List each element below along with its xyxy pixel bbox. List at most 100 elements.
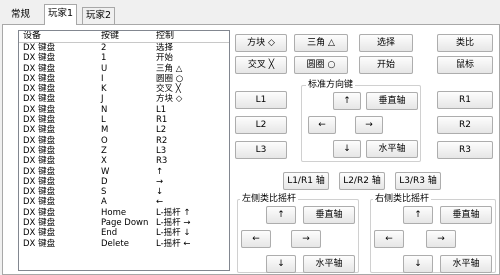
- list-item[interactable]: DX 键盘 N L1: [19, 105, 229, 115]
- dpad-down-button[interactable]: ↓: [333, 140, 361, 158]
- key-cell: J: [101, 94, 104, 105]
- r1-button[interactable]: R1: [437, 91, 493, 109]
- r2-button[interactable]: R2: [437, 116, 493, 134]
- key-cell: S: [101, 187, 107, 198]
- key-cell: Home: [101, 207, 127, 218]
- device-cell: DX 键盘: [23, 166, 56, 177]
- list-item[interactable]: DX 键盘 Home L-摇杆 ↑: [19, 208, 229, 218]
- key-cell: End: [101, 228, 118, 239]
- device-cell: DX 键盘: [23, 135, 56, 146]
- right-stick-right-button[interactable]: →: [426, 230, 456, 248]
- start-button[interactable]: 开始: [359, 56, 413, 74]
- column-header-device[interactable]: 设备: [23, 31, 41, 42]
- device-cell: DX 键盘: [23, 104, 56, 115]
- key-cell: Delete: [101, 238, 129, 249]
- analog-button[interactable]: 类比: [437, 34, 493, 52]
- list-item[interactable]: DX 键盘 D →: [19, 177, 229, 187]
- dpad-up-button[interactable]: ↑: [333, 92, 361, 110]
- left-stick-group-title: 左侧类比摇杆: [240, 194, 299, 204]
- tab-player2[interactable]: 玩家2: [82, 7, 116, 24]
- l2-button[interactable]: L2: [235, 116, 287, 134]
- cross-button[interactable]: 交叉 ╳: [235, 56, 287, 74]
- square-button[interactable]: 方块 ◇: [235, 34, 287, 52]
- mapping-list-header: 设备 按键 控制: [19, 31, 229, 42]
- right-stick-up-button[interactable]: ↑: [403, 206, 433, 224]
- list-item[interactable]: DX 键盘 Z L3: [19, 146, 229, 156]
- list-item[interactable]: DX 键盘 I 圆圈 ○: [19, 74, 229, 84]
- list-item[interactable]: DX 键盘 1 开始: [19, 53, 229, 63]
- key-cell: W: [101, 166, 110, 177]
- l1-button[interactable]: L1: [235, 91, 287, 109]
- l2r2-axis-button[interactable]: L2/R2 轴: [339, 172, 385, 190]
- control-cell: 选择: [156, 43, 174, 53]
- left-stick-up-button[interactable]: ↑: [266, 206, 296, 224]
- tab-player1[interactable]: 玩家1: [44, 4, 78, 25]
- list-item[interactable]: DX 键盘 S ↓: [19, 187, 229, 197]
- device-cell: DX 键盘: [23, 238, 56, 249]
- device-cell: DX 键盘: [23, 176, 56, 187]
- mouse-button[interactable]: 鼠标: [437, 56, 493, 74]
- control-cell: L2: [156, 125, 167, 136]
- select-button[interactable]: 选择: [359, 34, 413, 52]
- mapping-list[interactable]: 设备 按键 控制 DX 键盘 2 选择 DX 键盘 1 开始 DX 键盘 U 三角 △ DX 键盘…: [18, 30, 230, 271]
- control-cell: 方块 ◇: [156, 94, 183, 105]
- device-cell: DX 键盘: [23, 53, 56, 64]
- left-stick-horizontal-axis-button[interactable]: 水平轴: [303, 255, 355, 273]
- left-stick-down-button[interactable]: ↓: [266, 255, 296, 273]
- l3-button[interactable]: L3: [235, 141, 287, 159]
- l3r3-axis-button[interactable]: L3/R3 轴: [395, 172, 441, 190]
- list-item[interactable]: DX 键盘 L R1: [19, 115, 229, 125]
- dpad-horizontal-axis-button[interactable]: 水平轴: [366, 140, 418, 158]
- right-stick-left-button[interactable]: ←: [374, 230, 404, 248]
- key-cell: 2: [101, 43, 107, 53]
- device-cell: DX 键盘: [23, 218, 56, 229]
- r3-button[interactable]: R3: [437, 141, 493, 159]
- right-stick-horizontal-axis-button[interactable]: 水平轴: [440, 255, 492, 273]
- control-cell: L-摇杆 →: [156, 218, 191, 229]
- device-cell: DX 键盘: [23, 43, 56, 53]
- list-item[interactable]: DX 键盘 U 三角 △: [19, 64, 229, 74]
- control-cell: L-摇杆 ↑: [156, 207, 191, 218]
- left-stick-vertical-axis-button[interactable]: 垂直轴: [303, 206, 355, 224]
- triangle-button[interactable]: 三角 △: [294, 34, 348, 52]
- list-item[interactable]: DX 键盘 K 交叉 ╳: [19, 84, 229, 94]
- list-item[interactable]: DX 键盘 W ↑: [19, 167, 229, 177]
- control-cell: ↑: [156, 166, 164, 177]
- list-item[interactable]: DX 键盘 M L2: [19, 125, 229, 135]
- list-item[interactable]: DX 键盘 X R3: [19, 156, 229, 166]
- device-cell: DX 键盘: [23, 115, 56, 126]
- key-cell: X: [101, 156, 107, 167]
- left-stick-left-button[interactable]: ←: [241, 230, 271, 248]
- control-cell: R2: [156, 135, 168, 146]
- key-cell: Page Down: [101, 218, 149, 229]
- dpad-vertical-axis-button[interactable]: 垂直轴: [366, 92, 418, 110]
- key-cell: 1: [101, 53, 107, 64]
- device-cell: DX 键盘: [23, 207, 56, 218]
- tab-strip: 常规 玩家1 玩家2: [0, 0, 500, 25]
- control-cell: ↓: [156, 187, 164, 198]
- list-item[interactable]: DX 键盘 End L-摇杆 ↓: [19, 228, 229, 238]
- column-header-key[interactable]: 按键: [101, 31, 119, 42]
- list-item[interactable]: DX 键盘 O R2: [19, 136, 229, 146]
- right-stick-vertical-axis-button[interactable]: 垂直轴: [440, 206, 492, 224]
- control-cell: R3: [156, 156, 168, 167]
- list-item[interactable]: DX 键盘 A ←: [19, 197, 229, 207]
- device-cell: DX 键盘: [23, 228, 56, 239]
- key-cell: D: [101, 176, 108, 187]
- list-item[interactable]: DX 键盘 Page Down L-摇杆 →: [19, 218, 229, 228]
- list-item[interactable]: DX 键盘 Delete L-摇杆 ←: [19, 239, 229, 249]
- circle-button[interactable]: 圆圈 ○: [294, 56, 348, 74]
- device-cell: DX 键盘: [23, 84, 56, 95]
- right-stick-down-button[interactable]: ↓: [403, 255, 433, 273]
- key-cell: U: [101, 63, 108, 74]
- dpad-left-button[interactable]: ←: [308, 116, 336, 134]
- key-cell: N: [101, 104, 108, 115]
- column-header-control[interactable]: 控制: [156, 31, 174, 42]
- list-item[interactable]: DX 键盘 2 选择: [19, 43, 229, 53]
- dpad-right-button[interactable]: →: [355, 116, 383, 134]
- left-stick-right-button[interactable]: →: [291, 230, 321, 248]
- l1r1-axis-button[interactable]: L1/R1 轴: [283, 172, 329, 190]
- tab-general[interactable]: 常规: [8, 7, 33, 24]
- list-item[interactable]: DX 键盘 J 方块 ◇: [19, 94, 229, 104]
- control-cell: 开始: [156, 53, 174, 64]
